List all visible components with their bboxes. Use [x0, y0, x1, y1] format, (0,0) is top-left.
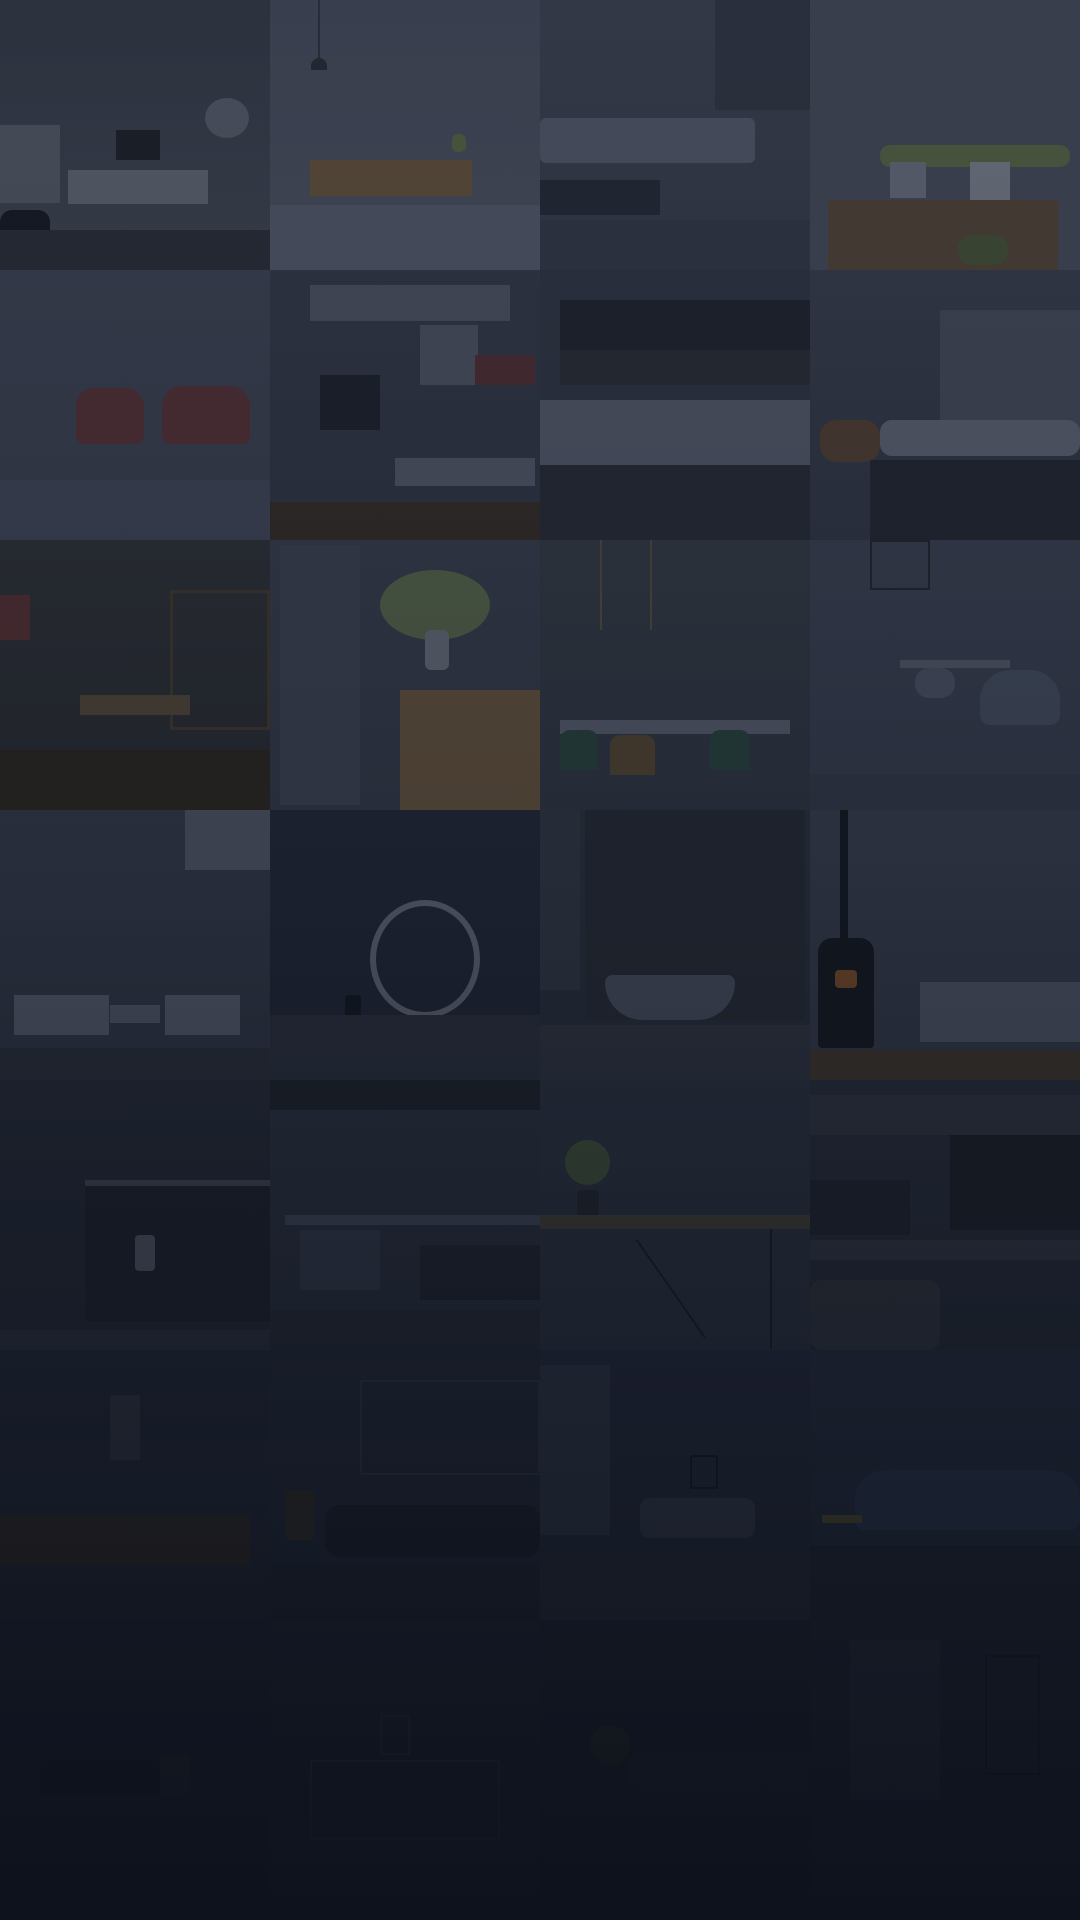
tile-tulip-vase — [270, 540, 540, 810]
tile-kitchen-counter — [540, 270, 810, 540]
tile-sofa-staircase — [540, 0, 810, 270]
tile-dark-shelving — [270, 1620, 540, 1890]
tile-bathtub — [540, 810, 810, 1080]
tile-dark-plant — [540, 1620, 810, 1890]
tile-lounge-rug — [810, 270, 1080, 540]
tile-dark-sofa — [270, 1350, 540, 1620]
tile-eames-chairs — [810, 540, 1080, 810]
tile-row8-4 — [810, 1890, 1080, 1920]
tile-red-armchairs — [0, 270, 270, 540]
tile-kitchen-hood — [0, 1350, 270, 1620]
tile-sideboard — [270, 0, 540, 270]
tile-bar-stools — [270, 1080, 540, 1350]
tile-living-room-tv — [0, 0, 270, 270]
tile-plants-wall — [810, 0, 1080, 270]
interior-photo-grid — [0, 0, 1080, 1920]
tile-kitchen-shelf — [0, 1080, 270, 1350]
tile-blue-sofa — [810, 1350, 1080, 1620]
tile-row8-2 — [270, 1890, 540, 1920]
tile-potted-plant-table — [540, 1080, 810, 1350]
tile-wall-shelving — [270, 270, 540, 540]
tile-tv-wall — [810, 1080, 1080, 1350]
tile-dark-living — [0, 1620, 270, 1890]
tile-wood-stove — [810, 810, 1080, 1080]
tile-dark-doorway — [810, 1620, 1080, 1890]
tile-row8-3 — [540, 1890, 810, 1920]
tile-dining-chairs — [540, 540, 810, 810]
tile-row8-1 — [0, 1890, 270, 1920]
tile-white-room — [0, 810, 270, 1080]
tile-dining-shelves — [0, 540, 270, 810]
tile-window-lounge — [540, 1350, 810, 1620]
tile-round-mirror — [270, 810, 540, 1080]
